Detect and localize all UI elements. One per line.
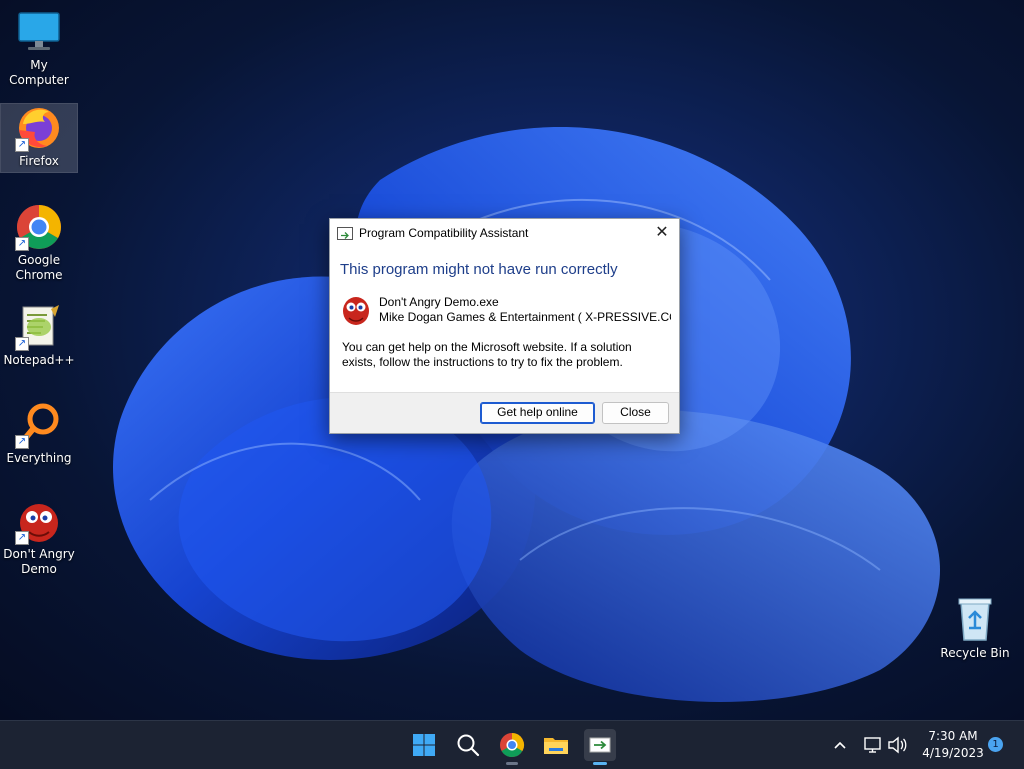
shortcut-arrow-icon: ↗ [15, 531, 29, 545]
desktop-icon-label: Everything [6, 451, 72, 465]
desktop-icon-notepadpp[interactable]: ↗ Notepad++ [1, 303, 77, 368]
shortcut-arrow-icon: ↗ [15, 237, 29, 251]
shortcut-arrow-icon: ↗ [15, 337, 29, 351]
chrome-icon[interactable] [496, 729, 528, 765]
desktop-icon-label: Notepad++ [3, 353, 75, 367]
volume-icon[interactable] [884, 729, 910, 761]
dialog-message: You can get help on the Microsoft websit… [342, 340, 632, 369]
desktop-icon-firefox[interactable]: ↗ Firefox [0, 103, 78, 173]
file-explorer-icon[interactable] [540, 729, 572, 761]
desktop-icon-recycle-bin[interactable]: Recycle Bin [937, 596, 1013, 661]
running-indicator [506, 762, 518, 765]
desktop-icon-everything[interactable]: ↗ Everything [1, 401, 77, 466]
notepadpp-icon: ↗ [15, 303, 63, 351]
dialog-title: Program Compatibility Assistant [359, 226, 529, 240]
recycle-bin-icon [951, 596, 999, 644]
notification-badge[interactable]: 1 [988, 737, 1003, 752]
desktop-icon-label: Firefox [19, 154, 59, 168]
desktop-icon-label: Google Chrome [15, 253, 63, 282]
compatibility-assistant-icon [589, 737, 611, 753]
compatibility-assistant-icon [337, 227, 353, 240]
search-icon[interactable] [452, 729, 484, 761]
desktop-icon-label: Don't Angry Demo [3, 547, 75, 576]
red-creature-icon [341, 294, 371, 326]
desktop-icon-label: Recycle Bin [940, 646, 1010, 660]
dialog-heading: This program might not have run correctl… [340, 261, 618, 278]
red-creature-icon: ↗ [15, 497, 63, 545]
shortcut-arrow-icon: ↗ [15, 435, 29, 449]
desktop-icon-google-chrome[interactable]: ↗ Google Chrome [1, 203, 77, 283]
program-name: Don't Angry Demo.exe [379, 295, 499, 309]
get-help-online-button[interactable]: Get help online [480, 402, 595, 424]
firefox-icon: ↗ [15, 104, 63, 152]
program-publisher: Mike Dogan Games & Entertainment ( X-PRE… [379, 310, 671, 324]
shortcut-arrow-icon: ↗ [15, 138, 29, 152]
dialog-titlebar[interactable]: Program Compatibility Assistant ✕ [330, 219, 679, 247]
windows-start-icon[interactable] [408, 729, 440, 761]
desktop-icon-my-computer[interactable]: My Computer [1, 8, 77, 88]
close-button[interactable]: Close [602, 402, 669, 424]
magnifier-ring-icon: ↗ [15, 401, 63, 449]
monitor-icon [15, 8, 63, 56]
clock-date[interactable]: 4/19/2023 [914, 746, 992, 760]
desktop-icon-dont-angry-demo[interactable]: ↗ Don't Angry Demo [1, 497, 77, 577]
desktop-icon-label: My Computer [9, 58, 69, 87]
network-icon[interactable] [860, 729, 886, 761]
chrome-icon: ↗ [15, 203, 63, 251]
taskbar: 7:30 AM 4/19/2023 [0, 720, 1024, 769]
close-icon[interactable]: ✕ [651, 222, 673, 244]
chevron-up-icon[interactable] [826, 729, 854, 761]
compatibility-assistant-taskbar-button[interactable] [584, 729, 616, 765]
active-window-indicator [593, 762, 607, 765]
compatibility-dialog: Program Compatibility Assistant ✕ This p… [329, 218, 680, 434]
dialog-footer: Get help online Close [330, 392, 679, 433]
clock-time[interactable]: 7:30 AM [914, 729, 992, 743]
